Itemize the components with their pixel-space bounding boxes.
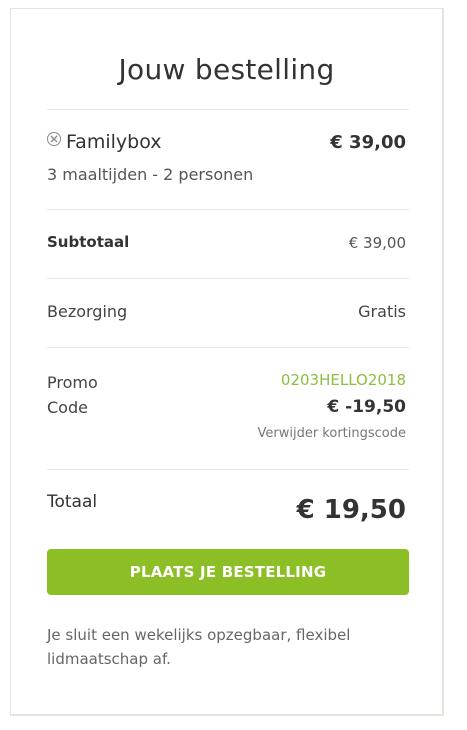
place-order-button[interactable]: PLAATS JE BESTELLING	[47, 549, 409, 595]
divider	[47, 209, 409, 210]
shipping-label: Bezorging	[47, 302, 128, 321]
membership-note: Je sluit een wekelijks opzegbaar, flexib…	[47, 626, 351, 668]
total-label: Totaal	[47, 492, 98, 512]
product-description: 3 maaltijden - 2 personen	[47, 165, 254, 184]
promo-label: Promo Code	[47, 373, 98, 417]
subtotal-label: Subtotaal	[47, 233, 130, 251]
divider	[47, 278, 409, 279]
shipping-value: Gratis	[358, 302, 406, 321]
divider	[47, 469, 409, 470]
product-name: Familybox	[66, 131, 162, 153]
divider	[47, 109, 409, 110]
order-title: Jouw bestelling	[118, 53, 335, 86]
promo-code: 0203HELLO2018	[280, 371, 406, 389]
close-icon	[50, 135, 57, 142]
order-summary-card: Jouw bestelling Familybox € 39,00 3 maal…	[10, 8, 444, 716]
subtotal-value: € 39,00	[348, 234, 406, 252]
divider	[47, 347, 409, 348]
remove-product-icon[interactable]	[47, 132, 61, 146]
promo-discount-amount: € -19,50	[327, 397, 406, 417]
product-price: € 39,00	[330, 132, 406, 153]
total-value: € 19,50	[296, 495, 406, 525]
remove-promo-link[interactable]: Verwijder kortingscode	[258, 426, 407, 441]
